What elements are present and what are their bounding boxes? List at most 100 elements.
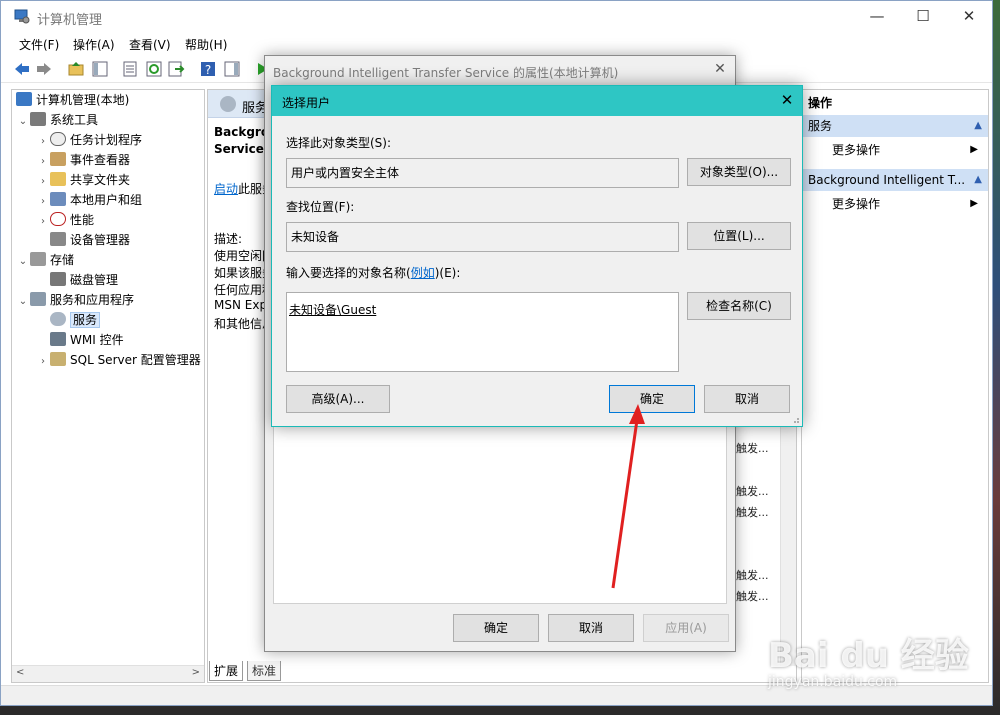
more-actions-item[interactable]: 更多操作 ▶ bbox=[832, 140, 982, 160]
baidu-watermark: Bai du 经验 jingyan.baidu.com bbox=[768, 606, 988, 706]
close-icon[interactable]: ✕ bbox=[776, 91, 798, 111]
dialog-title: 选择用户 bbox=[282, 96, 331, 110]
scroll-left-icon[interactable]: < bbox=[16, 667, 24, 678]
service-name-line2: Service bbox=[214, 142, 264, 156]
tree-item-storage[interactable]: ⌄ 存储 bbox=[16, 250, 74, 270]
tab-extended[interactable]: 扩展 bbox=[209, 661, 244, 681]
export-list-icon[interactable] bbox=[167, 60, 185, 78]
menu-action[interactable]: 操作(A) bbox=[73, 36, 115, 53]
back-arrow-icon[interactable] bbox=[13, 60, 31, 78]
object-types-button[interactable]: 对象类型(O)... bbox=[687, 158, 791, 186]
start-service-link[interactable]: 启动 bbox=[214, 182, 238, 196]
close-button[interactable]: ✕ bbox=[946, 1, 992, 33]
close-icon[interactable]: ✕ bbox=[709, 61, 731, 79]
tree-item-device-manager[interactable]: 设备管理器 bbox=[36, 230, 130, 250]
startup-type-cell: 触发... bbox=[736, 485, 769, 498]
startup-type-cell: 触发... bbox=[736, 590, 769, 603]
properties-icon[interactable] bbox=[121, 60, 139, 78]
watermark-url: jingyan.baidu.com bbox=[768, 674, 898, 690]
actions-section-bits[interactable]: Background Intelligent T... ▲ bbox=[802, 169, 988, 191]
performance-icon bbox=[50, 212, 66, 226]
tree-item-task-scheduler[interactable]: › 任务计划程序 bbox=[36, 130, 142, 150]
tree-item-sql-server[interactable]: › SQL Server 配置管理器 bbox=[36, 350, 201, 370]
chevron-right-icon[interactable]: › bbox=[36, 132, 50, 152]
sql-server-icon bbox=[50, 352, 66, 366]
apply-button[interactable]: 应用(A) bbox=[643, 614, 729, 642]
forward-arrow-icon[interactable] bbox=[35, 60, 53, 78]
actions-title: 操作 bbox=[808, 96, 833, 110]
tree-item-shared-folders[interactable]: › 共享文件夹 bbox=[36, 170, 130, 190]
chevron-right-icon[interactable]: › bbox=[36, 352, 50, 372]
tree-item-system-tools[interactable]: ⌄ 系统工具 bbox=[16, 110, 98, 130]
chevron-right-icon[interactable]: › bbox=[36, 212, 50, 232]
device-manager-icon bbox=[50, 232, 66, 246]
chevron-down-icon[interactable]: ⌄ bbox=[16, 252, 30, 272]
collapse-up-icon[interactable]: ▲ bbox=[974, 115, 982, 137]
startup-type-cell: 触发... bbox=[736, 506, 769, 519]
locations-button[interactable]: 位置(L)... bbox=[687, 222, 791, 250]
tree-horizontal-scrollbar[interactable]: < > bbox=[12, 665, 204, 682]
show-hide-tree-icon[interactable] bbox=[91, 60, 109, 78]
tree-item-wmi[interactable]: WMI 控件 bbox=[36, 330, 124, 350]
object-name-input[interactable]: 未知设备\Guest bbox=[286, 292, 679, 372]
location-field: 未知设备 bbox=[286, 222, 679, 252]
refresh-icon[interactable] bbox=[145, 60, 163, 78]
advanced-button[interactable]: 高级(A)... bbox=[286, 385, 390, 413]
tree-root[interactable]: 计算机管理(本地) bbox=[16, 90, 129, 110]
dialog-title: Background Intelligent Transfer Service … bbox=[273, 66, 619, 80]
ok-button[interactable]: 确定 bbox=[609, 385, 695, 413]
minimize-button[interactable]: — bbox=[854, 1, 900, 33]
computer-management-icon bbox=[16, 92, 32, 106]
chevron-down-icon[interactable]: ⌄ bbox=[16, 292, 30, 312]
menu-help[interactable]: 帮助(H) bbox=[185, 36, 227, 53]
window-title: 计算机管理 bbox=[37, 13, 103, 28]
up-folder-icon[interactable] bbox=[67, 60, 85, 78]
tree-item-local-users[interactable]: › 本地用户和组 bbox=[36, 190, 142, 210]
cancel-button[interactable]: 取消 bbox=[704, 385, 790, 413]
users-icon bbox=[50, 192, 66, 206]
object-type-label: 选择此对象类型(S): bbox=[286, 136, 392, 150]
check-names-button[interactable]: 检查名称(C) bbox=[687, 292, 791, 320]
chevron-right-icon[interactable]: › bbox=[36, 172, 50, 192]
menu-view[interactable]: 查看(V) bbox=[129, 36, 171, 53]
tree-item-services[interactable]: 服务 bbox=[36, 310, 101, 330]
chevron-right-icon[interactable]: › bbox=[36, 152, 50, 172]
description-label: 描述: bbox=[214, 232, 243, 246]
startup-type-cell: 触发... bbox=[736, 569, 769, 582]
tree-item-services-apps[interactable]: ⌄ 服务和应用程序 bbox=[16, 290, 134, 310]
scroll-right-icon[interactable]: > bbox=[192, 667, 200, 678]
menu-bar: 文件(F) 操作(A) 查看(V) 帮助(H) bbox=[1, 33, 992, 55]
view-tabs: 扩展 标准 bbox=[207, 661, 307, 681]
examples-link[interactable]: 例如 bbox=[411, 266, 435, 280]
title-bar: 计算机管理 — ☐ ✕ bbox=[1, 1, 992, 33]
tree-item-disk-management[interactable]: 磁盘管理 bbox=[36, 270, 118, 290]
object-name-label: 输入要选择的对象名称(例如)(E): bbox=[286, 266, 461, 280]
cancel-button[interactable]: 取消 bbox=[548, 614, 634, 642]
tree-item-performance[interactable]: › 性能 bbox=[36, 210, 94, 230]
collapse-up-icon[interactable]: ▲ bbox=[974, 169, 982, 191]
services-apps-icon bbox=[30, 292, 46, 306]
resize-grip-icon[interactable] bbox=[790, 414, 800, 424]
actions-section-services[interactable]: 服务 ▲ bbox=[802, 115, 988, 137]
maximize-button[interactable]: ☐ bbox=[900, 1, 946, 33]
menu-file[interactable]: 文件(F) bbox=[19, 36, 59, 53]
tree-item-event-viewer[interactable]: › 事件查看器 bbox=[36, 150, 130, 170]
startup-type-cell: 触发... bbox=[736, 442, 769, 455]
gear-icon bbox=[220, 96, 236, 112]
actions-pane: 操作 服务 ▲ 更多操作 ▶ Background Intelligent T..… bbox=[801, 89, 989, 683]
console-tree: 计算机管理(本地) ⌄ 系统工具 › 任务计划程序 › 事件查看器 › 共享文件夹 › 本… bbox=[11, 89, 205, 683]
chevron-right-icon[interactable]: › bbox=[36, 192, 50, 212]
show-action-pane-icon[interactable] bbox=[223, 60, 241, 78]
tab-standard[interactable]: 标准 bbox=[247, 661, 282, 681]
help-icon[interactable]: ? bbox=[199, 60, 217, 78]
more-actions-item[interactable]: 更多操作 ▶ bbox=[832, 194, 982, 214]
tools-icon bbox=[30, 112, 46, 126]
chevron-down-icon[interactable]: ⌄ bbox=[16, 112, 30, 132]
object-type-field: 用户或内置安全主体 bbox=[286, 158, 679, 188]
submenu-arrow-icon: ▶ bbox=[970, 144, 978, 155]
gear-icon bbox=[50, 312, 66, 326]
clock-icon bbox=[50, 132, 66, 146]
ok-button[interactable]: 确定 bbox=[453, 614, 539, 642]
submenu-arrow-icon: ▶ bbox=[970, 198, 978, 209]
watermark-logo-text: Bai du 经验 bbox=[768, 636, 969, 676]
